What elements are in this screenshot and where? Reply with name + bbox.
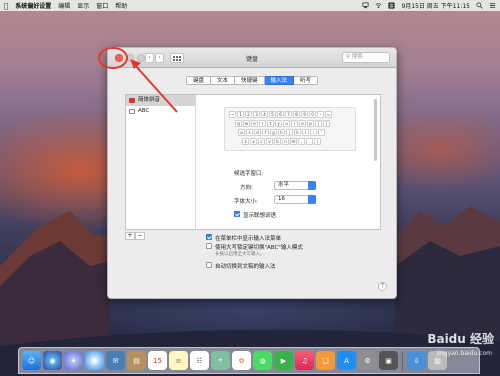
safari-icon[interactable]: ◎ <box>85 351 104 370</box>
dock-separator <box>402 350 403 371</box>
system-preferences-icon[interactable]: ⚙ <box>358 351 377 370</box>
reminders-icon[interactable]: ☷ <box>190 351 209 370</box>
messages-icon[interactable]: ◍ <box>253 351 272 370</box>
app-store-icon[interactable]: A <box>337 351 356 370</box>
maps-icon[interactable]: ⌖ <box>211 351 230 370</box>
notes-icon[interactable]: ≡ <box>169 351 188 370</box>
mail-icon[interactable]: ✉ <box>106 351 125 370</box>
facetime-icon[interactable]: ▶ <box>274 351 293 370</box>
watermark-url: jingyan.baidu.com <box>436 350 492 357</box>
app-icon[interactable]: ▣ <box>379 351 398 370</box>
calendar-icon[interactable]: 15 <box>148 351 167 370</box>
contacts-icon[interactable]: ▤ <box>127 351 146 370</box>
watermark: Baidu 经验 <box>427 332 494 346</box>
finder-icon[interactable]: ☺ <box>22 351 41 370</box>
photos-icon[interactable]: ✿ <box>232 351 251 370</box>
itunes-icon[interactable]: ♫ <box>295 351 314 370</box>
siri-icon[interactable]: ◉ <box>43 351 62 370</box>
dock: ☺ ◉ ✦ ◎ ✉ ▤ 15 ≡ ☷ ⌖ ✿ ◍ ▶ ♫ ❑ A ⚙ ▣ ⇩ ▥ <box>18 347 480 374</box>
downloads-folder-icon[interactable]: ⇩ <box>407 351 426 370</box>
launchpad-icon[interactable]: ✦ <box>64 351 83 370</box>
annotation-arrow <box>130 59 178 113</box>
ibooks-icon[interactable]: ❑ <box>316 351 335 370</box>
